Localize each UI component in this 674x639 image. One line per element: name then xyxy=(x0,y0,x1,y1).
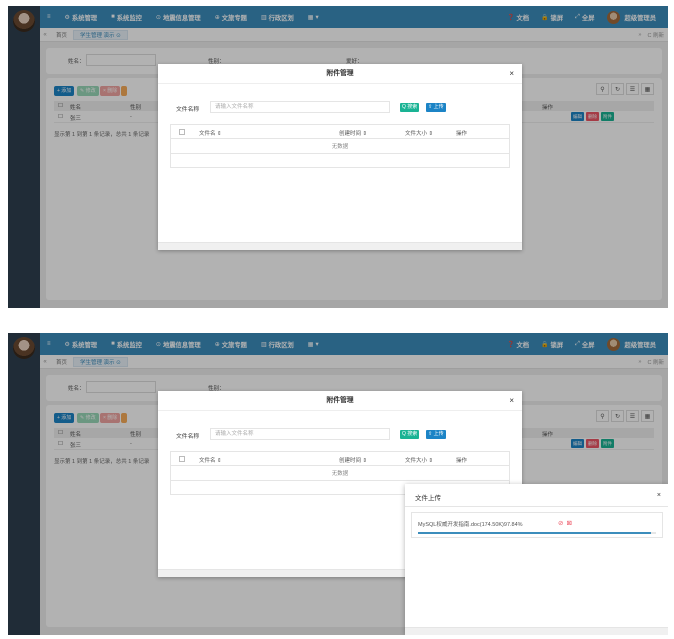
upload-controls: ⊘⊠ xyxy=(558,519,575,527)
empty-state: 无数据 xyxy=(171,467,509,481)
col-file-size[interactable]: 文件大小 ⇕ xyxy=(405,129,433,137)
file-name-input[interactable]: 请输入文件名称 xyxy=(210,101,390,113)
file-name-label: 文件名称 xyxy=(176,107,200,113)
modal-title: 附件管理 xyxy=(158,64,522,84)
col-operation: 操作 xyxy=(456,458,468,464)
attachment-modal: 附件管理 × 文件名称 请输入文件名称 Q 搜索 ⇪ 上传 文件名 ⇕ 创建时间… xyxy=(158,64,522,250)
col-file-size[interactable]: 文件大小 ⇕ xyxy=(405,456,433,464)
progress-track xyxy=(418,532,656,534)
upload-button[interactable]: ⇪ 上传 xyxy=(426,430,446,439)
close-icon[interactable]: × xyxy=(509,70,514,78)
col-operation: 操作 xyxy=(456,131,468,137)
upload-file-info: MySQL权威开发指南.doc(174.50K)97.84% xyxy=(418,522,523,528)
upload-dialog-footer xyxy=(405,627,668,635)
attachment-table-header: 文件名 ⇕ 创建时间 ⇕ 文件大小 ⇕ 操作 xyxy=(171,452,509,466)
col-file-name[interactable]: 文件名 ⇕ xyxy=(199,456,222,464)
col-created-time[interactable]: 创建时间 ⇕ xyxy=(339,456,367,464)
divider xyxy=(405,506,668,507)
close-icon[interactable]: × xyxy=(509,397,514,405)
select-all-checkbox[interactable] xyxy=(179,129,185,135)
attachment-table-header: 文件名 ⇕ 创建时间 ⇕ 文件大小 ⇕ 操作 xyxy=(171,125,509,139)
search-button[interactable]: Q 搜索 xyxy=(400,430,420,439)
screenshot-file-upload: ≡ ⚙ 系统管理 ■ 系统监控 ⊙ 地震信息管理 ⊕ 文旅专题 ▥ 行政区划 ▦ ▾ ❓ 文档… xyxy=(8,333,668,635)
progress-bar xyxy=(418,532,651,534)
screenshot-attachment-manager: ≡ ⚙ 系统管理 ■ 系统监控 ⊙ 地震信息管理 ⊕ 文旅专题 ▥ 行政区划 ▦ ▾ ❓ 文档… xyxy=(8,6,668,308)
upload-file-item: MySQL权威开发指南.doc(174.50K)97.84% ⊘⊠ xyxy=(411,512,663,538)
upload-button[interactable]: ⇪ 上传 xyxy=(426,103,446,112)
close-icon[interactable]: × xyxy=(657,492,661,499)
modal-footer xyxy=(158,242,522,250)
cancel-icon[interactable]: ⊠ xyxy=(566,520,574,527)
file-name-input[interactable]: 请输入文件名称 xyxy=(210,428,390,440)
upload-dialog-title: 文件上传 xyxy=(415,495,441,502)
attachment-table: 文件名 ⇕ 创建时间 ⇕ 文件大小 ⇕ 操作 无数据 xyxy=(170,124,510,168)
file-name-label: 文件名称 xyxy=(176,434,200,440)
search-button[interactable]: Q 搜索 xyxy=(400,103,420,112)
empty-state: 无数据 xyxy=(171,140,509,154)
col-file-name[interactable]: 文件名 ⇕ xyxy=(199,129,222,137)
file-upload-dialog: 文件上传 × MySQL权威开发指南.doc(174.50K)97.84% ⊘⊠ xyxy=(405,484,668,635)
modal-title: 附件管理 xyxy=(158,391,522,411)
select-all-checkbox[interactable] xyxy=(179,456,185,462)
col-created-time[interactable]: 创建时间 ⇕ xyxy=(339,129,367,137)
